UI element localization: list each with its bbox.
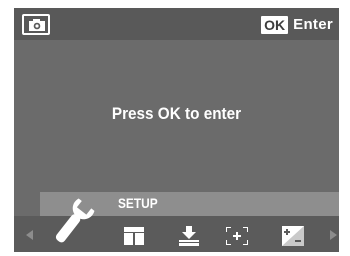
setup-label: SETUP: [118, 195, 158, 211]
wrench-icon[interactable]: [42, 194, 104, 250]
frames-icon[interactable]: [124, 227, 146, 245]
download-icon[interactable]: [179, 226, 199, 246]
ok-enter-hint: OK Enter: [261, 14, 333, 35]
arrow-right-icon[interactable]: [330, 230, 337, 240]
top-bar: OK Enter: [14, 8, 339, 40]
selected-item-label-bar: SETUP: [110, 192, 339, 216]
arrow-left-icon[interactable]: [26, 230, 33, 240]
focus-frame-icon[interactable]: [226, 227, 248, 245]
press-ok-message: Press OK to enter: [111, 104, 242, 123]
camera-icon: [22, 14, 50, 35]
ok-badge: OK: [261, 15, 289, 34]
enter-label: Enter: [293, 16, 333, 33]
camera-menu-screen: OK Enter Press OK to enter SETUP: [14, 8, 339, 252]
exposure-icon[interactable]: [282, 226, 304, 246]
